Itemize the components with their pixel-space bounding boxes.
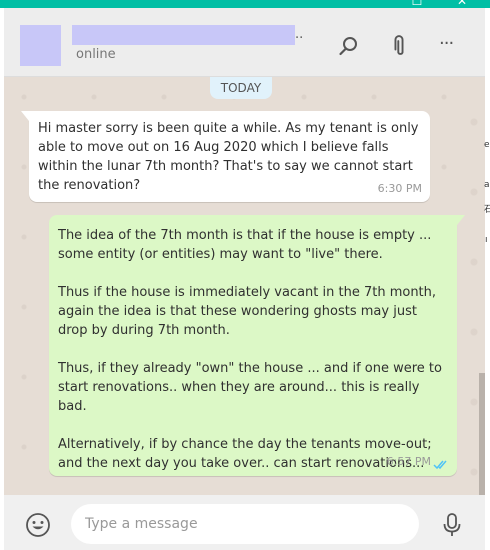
more-vertical-icon[interactable]: ···: [437, 34, 461, 58]
message-paragraph: The idea of the 7th month is that if the…: [58, 228, 432, 262]
contact-status: online: [76, 47, 116, 62]
incoming-message[interactable]: Hi master sorry is been quite a while. A…: [21, 111, 430, 202]
date-divider: TODAY: [210, 77, 272, 99]
search-icon[interactable]: [337, 34, 361, 58]
message-list[interactable]: TODAY Hi master sorry is been quite a wh…: [4, 77, 485, 495]
background-text-fragment: ı: [485, 235, 488, 245]
message-time: 6:30 PM: [377, 182, 422, 195]
avatar[interactable]: [20, 25, 61, 66]
background-text-fragment: a: [484, 180, 490, 190]
message-text: Hi master sorry is been quite a while. A…: [38, 121, 419, 193]
background-text-fragment: e: [484, 140, 490, 150]
message-time: 6:57 PM: [386, 455, 431, 468]
background-text-fragment: ⽯: [484, 205, 490, 215]
background-window-edge: [485, 8, 490, 550]
microphone-icon[interactable]: [441, 512, 463, 538]
emoji-icon[interactable]: [25, 512, 51, 538]
double-check-icon: [433, 460, 447, 470]
chat-header: .. online ···: [4, 8, 485, 77]
message-input[interactable]: [71, 504, 419, 544]
paperclip-icon[interactable]: [387, 34, 411, 58]
message-paragraph: Alternatively, if by chance the day the …: [58, 437, 432, 471]
message-composer: [4, 495, 485, 550]
outgoing-message[interactable]: The idea of the 7th month is that if the…: [49, 215, 465, 476]
close-icon[interactable]: ✕: [455, 0, 469, 8]
contact-name-redacted[interactable]: [72, 25, 295, 45]
window-titlebar: ☐ ✕: [0, 0, 490, 8]
chat-window: .. online ··· TODAY Hi master sorry is b…: [4, 8, 485, 550]
maximize-icon[interactable]: ☐: [410, 0, 424, 8]
contact-name-ellipsis: ..: [295, 27, 304, 42]
message-text: The idea of the 7th month is that if the…: [58, 226, 443, 473]
message-paragraph: Thus if the house is immediately vacant …: [58, 285, 437, 338]
message-paragraph: Thus, if they already "own" the house ..…: [58, 361, 442, 414]
menu-dots: ···: [439, 33, 454, 54]
